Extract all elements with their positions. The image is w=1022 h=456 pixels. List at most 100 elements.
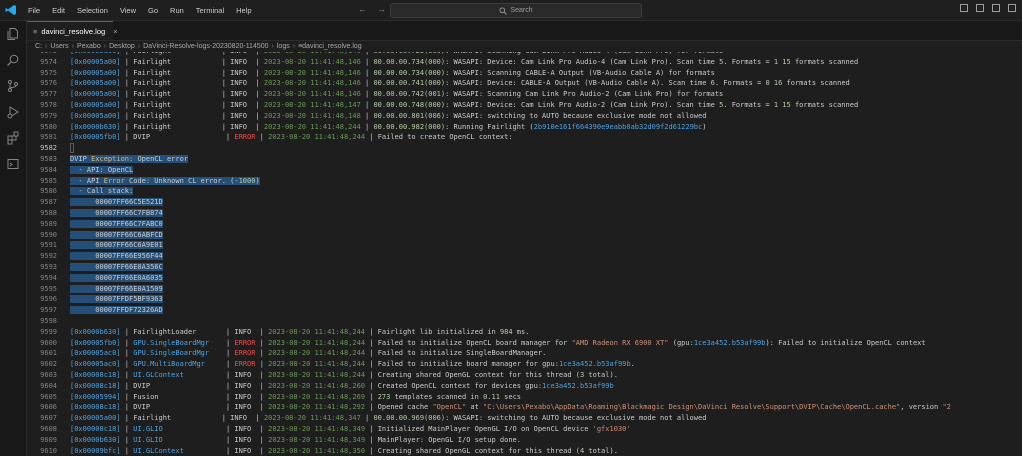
line-content: [0x00005a00] | Fairlight | INFO | 2023-0… <box>70 90 724 99</box>
line-number: 9598 <box>40 317 57 325</box>
line-number: 9587 <box>40 198 57 207</box>
tab-davinci-resolve-log[interactable]: ≡ davinci_resolve.log × <box>27 21 118 40</box>
code-line: 9601 [0x00005ac0] | GPU.SingleBoardMgr | … <box>27 348 1022 359</box>
line-number: 9577 <box>40 90 57 99</box>
search-sidebar-icon[interactable] <box>0 47 26 73</box>
line-content: [0x00009bfc] | UI.GLContext | INFO | 202… <box>70 446 618 455</box>
breadcrumb-separator-icon: › <box>103 43 107 50</box>
editor-tab-bar: ≡ davinci_resolve.log × <box>27 21 1022 41</box>
line-number: 9610 <box>40 446 57 455</box>
run-debug-icon[interactable] <box>0 99 26 125</box>
toggle-sidebar-icon[interactable] <box>960 4 968 12</box>
title-bar: File Edit Selection View Go Run Terminal Help ←… <box>0 0 1022 21</box>
vscode-logo-icon <box>0 0 22 20</box>
line-number: 9599 <box>40 327 57 336</box>
line-number: 9589 <box>40 219 57 228</box>
line-number: 9578 <box>40 101 57 109</box>
code-line: 9597 00007FFDF72326AD <box>27 305 1022 316</box>
line-number: 9586 <box>40 187 57 196</box>
line-number: 9602 <box>40 360 57 369</box>
line-content: [0x0000b630] | UI.GLIO | INFO | 2023-08-… <box>70 435 521 444</box>
code-line: 9600 [0x00005fb0] | GPU.SingleBoardMgr | … <box>27 338 1022 349</box>
line-content: DVIP Exception: OpenCL error <box>70 155 189 163</box>
line-number: 9604 <box>40 381 57 390</box>
line-content: 00007FF66E0A1509 <box>70 284 163 293</box>
line-number: 9590 <box>40 230 57 239</box>
code-line: 9595 00007FF66E0A1509 <box>27 284 1022 295</box>
command-center-search[interactable]: Search <box>390 3 642 18</box>
line-number: 9606 <box>40 403 57 412</box>
line-content: 00007FF66C6A9E01 <box>70 241 163 250</box>
line-content: [0x00008c18] | UI.GLContext | INFO | 202… <box>70 371 618 379</box>
line-number: 9579 <box>40 111 57 120</box>
line-content: [0x00005fb0] | DVIP | ERROR | 2023-08-20… <box>70 133 513 142</box>
menu-item-edit[interactable]: Edit <box>46 6 71 15</box>
line-number: 9596 <box>40 295 57 304</box>
line-number: 9600 <box>40 338 57 347</box>
forward-arrow-icon[interactable]: → <box>377 4 386 14</box>
code-line: 9604 [0x00008c18] | DVIP | INFO | 2023-08… <box>27 381 1022 392</box>
breadcrumb-item[interactable]: DaVinci-Resolve-logs-20230820-114500 <box>143 43 268 50</box>
menu-item-help[interactable]: Help <box>230 6 257 15</box>
code-line: 9589 00007FF66C7FABC0 <box>27 219 1022 230</box>
breadcrumb-separator-icon: › <box>271 43 274 50</box>
extensions-icon[interactable] <box>0 125 26 151</box>
tab-label: davinci_resolve.log <box>41 26 106 36</box>
code-line: 9598 <box>27 316 1022 327</box>
breadcrumb-separator-icon: › <box>292 43 296 50</box>
menu-bar: File Edit Selection View Go Run Terminal Help <box>22 6 258 15</box>
line-number: 9576 <box>40 79 57 88</box>
line-content: 00007FFDF72326AD <box>70 306 163 315</box>
code-line: 9582 <box>27 143 1022 154</box>
breadcrumb-item[interactable]: logs <box>277 43 290 50</box>
code-editor[interactable]: 9573[0x00005a00] | Fairlight | INFO | 20… <box>27 52 1022 456</box>
code-line: 9592 00007FF66E956F44 <box>27 251 1022 262</box>
line-content: 00007FF66E956F44 <box>70 252 163 261</box>
menu-item-selection[interactable]: Selection <box>71 6 114 15</box>
remote-explorer-icon[interactable] <box>0 151 26 177</box>
toggle-panel-icon[interactable] <box>976 4 984 12</box>
menu-item-run[interactable]: Run <box>164 6 190 15</box>
line-number: 9597 <box>40 306 57 315</box>
line-number: 9601 <box>40 349 57 358</box>
breadcrumb-item[interactable]: Pexabo <box>77 43 101 50</box>
line-content: [0x0000b630] | FairlightLoader | INFO | … <box>70 327 530 336</box>
toggle-secondary-sidebar-icon[interactable] <box>992 4 1000 12</box>
back-arrow-icon[interactable]: ← <box>358 4 367 14</box>
activity-bar <box>0 21 27 456</box>
code-line: 9591 00007FF66C6A9E01 <box>27 240 1022 251</box>
line-content: [0x0000b630] | Fairlight | INFO | 2023-0… <box>70 122 707 131</box>
line-content: [0x00005ac0] | GPU.MultiBoardMgr | ERROR… <box>70 360 635 369</box>
breadcrumb-separator-icon: › <box>137 43 141 50</box>
code-line: 9585 - API Error Code: Unknown CL error.… <box>27 176 1022 187</box>
menu-item-file[interactable]: File <box>22 6 46 15</box>
code-line: 9596 00007FFDF5BF9363 <box>27 294 1022 305</box>
line-content: - API Error Code: Unknown CL error. (-10… <box>70 176 260 185</box>
explorer-icon[interactable] <box>0 21 26 47</box>
code-line: 9574 [0x00005a00] | Fairlight | INFO | 20… <box>27 57 1022 68</box>
breadcrumb-item[interactable]: davinci_resolve.log <box>302 43 362 50</box>
code-line: 9583 DVIP Exception: OpenCL error <box>27 154 1022 165</box>
line-content: [0x00008c18] | UI.GLIO | INFO | 2023-08-… <box>70 425 631 433</box>
breadcrumb-item[interactable]: Users <box>50 43 68 50</box>
menu-item-view[interactable]: View <box>114 6 142 15</box>
menu-item-go[interactable]: Go <box>142 6 164 15</box>
code-line: 9577 [0x00005a00] | Fairlight | INFO | 20… <box>27 89 1022 100</box>
code-line: 9605 [0x00005994] | Fusion | INFO | 2023-… <box>27 392 1022 403</box>
line-number: 9595 <box>40 284 57 293</box>
code-line: 9584 - API: OpenCL <box>27 165 1022 176</box>
close-tab-icon[interactable]: × <box>113 27 117 36</box>
code-line: 9586 - Call stack: <box>27 186 1022 197</box>
search-icon <box>499 6 508 15</box>
line-content: [0x00005a00] | Fairlight | INFO | 2023-0… <box>70 57 859 66</box>
breadcrumb-item[interactable]: Desktop <box>109 43 135 50</box>
search-label: Search <box>510 7 533 14</box>
line-number: 9607 <box>40 414 57 423</box>
code-line: 9579 [0x00005a00] | Fairlight | INFO | 20… <box>27 111 1022 122</box>
line-content: [0x00005a00] | Fairlight | INFO | 2023-0… <box>70 111 707 120</box>
line-number: 9609 <box>40 435 57 444</box>
menu-item-terminal[interactable]: Terminal <box>190 6 230 15</box>
source-control-icon[interactable] <box>0 73 26 99</box>
breadcrumb-item[interactable]: C: <box>35 43 42 50</box>
customize-layout-icon[interactable] <box>1008 4 1016 12</box>
